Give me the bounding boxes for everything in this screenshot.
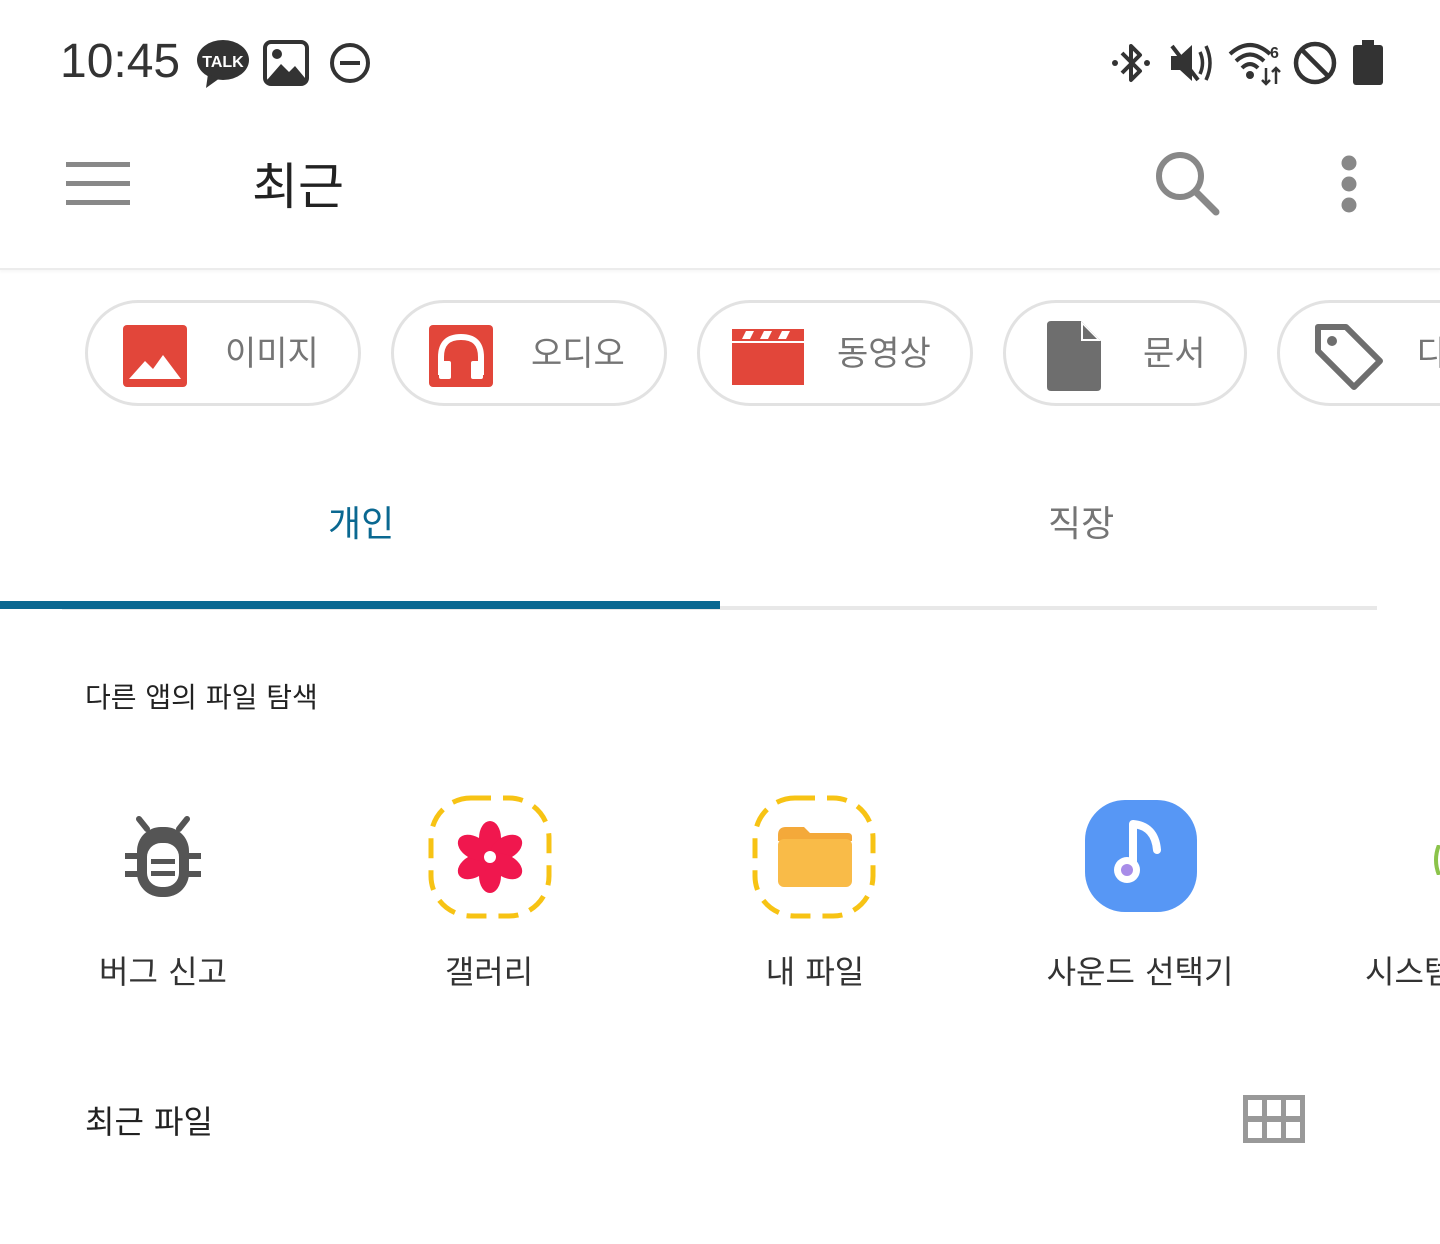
app-label: 시스템 [1365,953,1440,991]
document-icon [1047,321,1101,391]
browse-apps-title: 다른 앱의 파일 탐색 [85,681,318,714]
wifi-badge-text: 6 [1270,45,1279,62]
app-system[interactable]: 시스템 [1265,790,1440,1010]
gallery-notification-icon [263,40,309,86]
app-label: 갤러리 [444,953,534,991]
bug-icon [125,816,201,897]
search-icon[interactable] [1152,148,1222,218]
dnd-icon [330,43,370,83]
app-sound-picker[interactable]: 사운드 선택기 [990,790,1290,1010]
app-my-files[interactable]: 내 파일 [665,790,965,1010]
chip-label: 동영상 [837,334,931,374]
app-gallery[interactable]: 갤러리 [339,790,639,1010]
image-icon [123,325,187,387]
page-title: 최근 [252,158,344,216]
tag-icon [1315,324,1383,390]
chip-image[interactable]: 이미지 [85,300,361,406]
chip-document[interactable]: 문서 [1003,300,1247,406]
chip-label: 이미지 [225,334,319,374]
battery-icon [1353,40,1383,85]
tab-personal[interactable]: 개인 [328,500,394,550]
app-label: 버그 신고 [99,953,227,991]
chip-video[interactable]: 동영상 [697,300,973,406]
chip-audio[interactable]: 오디오 [391,300,667,406]
chip-label: 다 [1417,334,1440,374]
mute-icon [1170,44,1212,82]
bluetooth-icon [1112,44,1150,82]
tab-work[interactable]: 직장 [1048,500,1114,550]
video-icon [732,329,804,385]
kakaotalk-badge-text: TALK [202,54,244,71]
chip-label: 문서 [1143,334,1206,374]
gallery-flower-icon [428,795,552,919]
recent-files-title: 최근 파일 [85,1103,213,1141]
app-label: 내 파일 [765,953,865,991]
kakaotalk-icon: TALK [197,40,249,88]
status-time: 10:45 [60,35,181,88]
wifi-icon: 6 [1228,43,1281,86]
system-app-icon [1434,845,1440,875]
category-chip-row: 이미지 오디오 동영상 문서 다 [0,300,1440,412]
menu-icon[interactable] [64,160,132,208]
music-note-icon [1085,800,1197,912]
chip-tag[interactable]: 다 [1277,300,1440,406]
folder-icon [752,795,876,919]
app-label: 사운드 선택기 [1046,953,1234,991]
chip-label: 오디오 [531,334,625,374]
tab-indicator [0,601,720,609]
app-bug-report[interactable]: 버그 신고 [13,790,313,1010]
grid-view-icon[interactable] [1243,1095,1305,1143]
audio-icon [429,325,493,387]
app-bar [0,110,1440,270]
more-vert-icon[interactable] [1334,152,1364,218]
blocked-icon [1293,41,1337,85]
